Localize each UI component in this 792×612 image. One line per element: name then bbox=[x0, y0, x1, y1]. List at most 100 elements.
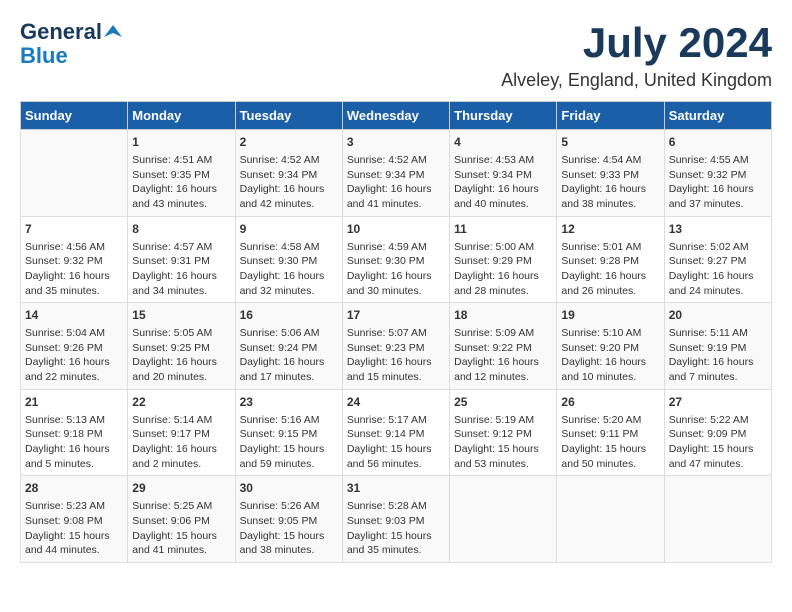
day-number: 22 bbox=[132, 394, 230, 411]
day-number: 23 bbox=[240, 394, 338, 411]
day-info: Sunrise: 4:56 AM Sunset: 9:32 PM Dayligh… bbox=[25, 240, 123, 299]
calendar-cell: 16 Sunrise: 5:06 AM Sunset: 9:24 PM Dayli… bbox=[235, 303, 342, 390]
location: Alveley, England, United Kingdom bbox=[501, 70, 772, 91]
day-info: Sunrise: 5:13 AM Sunset: 9:18 PM Dayligh… bbox=[25, 413, 123, 472]
day-info: Sunrise: 5:11 AM Sunset: 9:19 PM Dayligh… bbox=[669, 326, 767, 385]
calendar-cell: 21Sunrise: 5:13 AM Sunset: 9:18 PM Dayli… bbox=[21, 389, 128, 476]
calendar-cell: 1Sunrise: 4:51 AM Sunset: 9:35 PM Daylig… bbox=[128, 130, 235, 217]
day-number: 10 bbox=[347, 221, 445, 238]
calendar-cell: 31 Sunrise: 5:28 AM Sunset: 9:03 PM Dayli… bbox=[342, 476, 449, 563]
day-info: Sunrise: 5:25 AM Sunset: 9:06 PM Dayligh… bbox=[132, 499, 230, 558]
day-number: 18 bbox=[454, 307, 552, 324]
day-info: Sunrise: 4:57 AM Sunset: 9:31 PM Dayligh… bbox=[132, 240, 230, 299]
day-info: Sunrise: 5:07 AM Sunset: 9:23 PM Dayligh… bbox=[347, 326, 445, 385]
weekday-header-saturday: Saturday bbox=[664, 102, 771, 130]
day-info: Sunrise: 5:10 AM Sunset: 9:20 PM Dayligh… bbox=[561, 326, 659, 385]
day-number: 2 bbox=[240, 134, 338, 151]
calendar-cell: 17 Sunrise: 5:07 AM Sunset: 9:23 PM Dayli… bbox=[342, 303, 449, 390]
day-info: Sunrise: 5:20 AM Sunset: 9:11 PM Dayligh… bbox=[561, 413, 659, 472]
weekday-header-monday: Monday bbox=[128, 102, 235, 130]
day-number: 1 bbox=[132, 134, 230, 151]
calendar-cell: 25 Sunrise: 5:19 AM Sunset: 9:12 PM Dayli… bbox=[450, 389, 557, 476]
day-number: 9 bbox=[240, 221, 338, 238]
calendar-cell: 28 Sunrise: 5:23 AM Sunset: 9:08 PM Dayli… bbox=[21, 476, 128, 563]
day-number: 4 bbox=[454, 134, 552, 151]
day-number: 12 bbox=[561, 221, 659, 238]
day-info: Sunrise: 5:01 AM Sunset: 9:28 PM Dayligh… bbox=[561, 240, 659, 299]
day-info: Sunrise: 5:28 AM Sunset: 9:03 PM Dayligh… bbox=[347, 499, 445, 558]
day-info: Sunrise: 5:19 AM Sunset: 9:12 PM Dayligh… bbox=[454, 413, 552, 472]
calendar-cell: 20 Sunrise: 5:11 AM Sunset: 9:19 PM Dayli… bbox=[664, 303, 771, 390]
day-number: 26 bbox=[561, 394, 659, 411]
calendar-cell bbox=[21, 130, 128, 217]
day-info: Sunrise: 5:05 AM Sunset: 9:25 PM Dayligh… bbox=[132, 326, 230, 385]
calendar-cell: 7 Sunrise: 4:56 AM Sunset: 9:32 PM Daylig… bbox=[21, 216, 128, 303]
day-number: 15 bbox=[132, 307, 230, 324]
week-row-2: 7 Sunrise: 4:56 AM Sunset: 9:32 PM Daylig… bbox=[21, 216, 772, 303]
day-info: Sunrise: 4:54 AM Sunset: 9:33 PM Dayligh… bbox=[561, 153, 659, 212]
day-number: 27 bbox=[669, 394, 767, 411]
week-row-4: 21Sunrise: 5:13 AM Sunset: 9:18 PM Dayli… bbox=[21, 389, 772, 476]
calendar-cell: 8 Sunrise: 4:57 AM Sunset: 9:31 PM Daylig… bbox=[128, 216, 235, 303]
calendar-cell: 6 Sunrise: 4:55 AM Sunset: 9:32 PM Daylig… bbox=[664, 130, 771, 217]
day-number: 28 bbox=[25, 480, 123, 497]
day-number: 6 bbox=[669, 134, 767, 151]
day-info: Sunrise: 5:26 AM Sunset: 9:05 PM Dayligh… bbox=[240, 499, 338, 558]
day-info: Sunrise: 5:14 AM Sunset: 9:17 PM Dayligh… bbox=[132, 413, 230, 472]
day-info: Sunrise: 4:58 AM Sunset: 9:30 PM Dayligh… bbox=[240, 240, 338, 299]
calendar-cell: 10 Sunrise: 4:59 AM Sunset: 9:30 PM Dayli… bbox=[342, 216, 449, 303]
day-info: Sunrise: 4:52 AM Sunset: 9:34 PM Dayligh… bbox=[240, 153, 338, 212]
weekday-header-tuesday: Tuesday bbox=[235, 102, 342, 130]
day-number: 30 bbox=[240, 480, 338, 497]
day-number: 24 bbox=[347, 394, 445, 411]
week-row-1: 1Sunrise: 4:51 AM Sunset: 9:35 PM Daylig… bbox=[21, 130, 772, 217]
calendar-cell: 19 Sunrise: 5:10 AM Sunset: 9:20 PM Dayli… bbox=[557, 303, 664, 390]
calendar-cell: 29 Sunrise: 5:25 AM Sunset: 9:06 PM Dayli… bbox=[128, 476, 235, 563]
calendar-cell: 27 Sunrise: 5:22 AM Sunset: 9:09 PM Dayli… bbox=[664, 389, 771, 476]
weekday-header-sunday: Sunday bbox=[21, 102, 128, 130]
day-info: Sunrise: 4:59 AM Sunset: 9:30 PM Dayligh… bbox=[347, 240, 445, 299]
day-number: 7 bbox=[25, 221, 123, 238]
week-row-5: 28 Sunrise: 5:23 AM Sunset: 9:08 PM Dayli… bbox=[21, 476, 772, 563]
day-number: 19 bbox=[561, 307, 659, 324]
day-info: Sunrise: 5:09 AM Sunset: 9:22 PM Dayligh… bbox=[454, 326, 552, 385]
day-number: 3 bbox=[347, 134, 445, 151]
calendar-cell: 26 Sunrise: 5:20 AM Sunset: 9:11 PM Dayli… bbox=[557, 389, 664, 476]
day-info: Sunrise: 4:55 AM Sunset: 9:32 PM Dayligh… bbox=[669, 153, 767, 212]
day-number: 14 bbox=[25, 307, 123, 324]
day-info: Sunrise: 5:23 AM Sunset: 9:08 PM Dayligh… bbox=[25, 499, 123, 558]
logo-bird-icon bbox=[104, 23, 122, 41]
day-number: 8 bbox=[132, 221, 230, 238]
day-number: 20 bbox=[669, 307, 767, 324]
calendar-cell bbox=[664, 476, 771, 563]
header-section: General Blue July 2024 Alveley, England,… bbox=[20, 20, 772, 91]
calendar-table: SundayMondayTuesdayWednesdayThursdayFrid… bbox=[20, 101, 772, 563]
day-info: Sunrise: 5:00 AM Sunset: 9:29 PM Dayligh… bbox=[454, 240, 552, 299]
day-info: Sunrise: 5:17 AM Sunset: 9:14 PM Dayligh… bbox=[347, 413, 445, 472]
day-number: 13 bbox=[669, 221, 767, 238]
day-number: 17 bbox=[347, 307, 445, 324]
calendar-cell: 9 Sunrise: 4:58 AM Sunset: 9:30 PM Daylig… bbox=[235, 216, 342, 303]
day-number: 11 bbox=[454, 221, 552, 238]
day-info: Sunrise: 4:52 AM Sunset: 9:34 PM Dayligh… bbox=[347, 153, 445, 212]
calendar-cell: 14 Sunrise: 5:04 AM Sunset: 9:26 PM Dayli… bbox=[21, 303, 128, 390]
day-number: 5 bbox=[561, 134, 659, 151]
calendar-cell: 12 Sunrise: 5:01 AM Sunset: 9:28 PM Dayli… bbox=[557, 216, 664, 303]
weekday-header-row: SundayMondayTuesdayWednesdayThursdayFrid… bbox=[21, 102, 772, 130]
day-info: Sunrise: 5:02 AM Sunset: 9:27 PM Dayligh… bbox=[669, 240, 767, 299]
day-number: 16 bbox=[240, 307, 338, 324]
weekday-header-thursday: Thursday bbox=[450, 102, 557, 130]
day-info: Sunrise: 5:04 AM Sunset: 9:26 PM Dayligh… bbox=[25, 326, 123, 385]
calendar-cell: 3 Sunrise: 4:52 AM Sunset: 9:34 PM Daylig… bbox=[342, 130, 449, 217]
day-info: Sunrise: 5:22 AM Sunset: 9:09 PM Dayligh… bbox=[669, 413, 767, 472]
day-number: 31 bbox=[347, 480, 445, 497]
calendar-cell: 5 Sunrise: 4:54 AM Sunset: 9:33 PM Daylig… bbox=[557, 130, 664, 217]
calendar-cell: 22 Sunrise: 5:14 AM Sunset: 9:17 PM Dayli… bbox=[128, 389, 235, 476]
logo: General Blue bbox=[20, 20, 122, 68]
day-info: Sunrise: 5:06 AM Sunset: 9:24 PM Dayligh… bbox=[240, 326, 338, 385]
logo-blue: Blue bbox=[20, 44, 68, 68]
day-number: 25 bbox=[454, 394, 552, 411]
day-info: Sunrise: 4:53 AM Sunset: 9:34 PM Dayligh… bbox=[454, 153, 552, 212]
calendar-cell: 4 Sunrise: 4:53 AM Sunset: 9:34 PM Daylig… bbox=[450, 130, 557, 217]
day-number: 29 bbox=[132, 480, 230, 497]
